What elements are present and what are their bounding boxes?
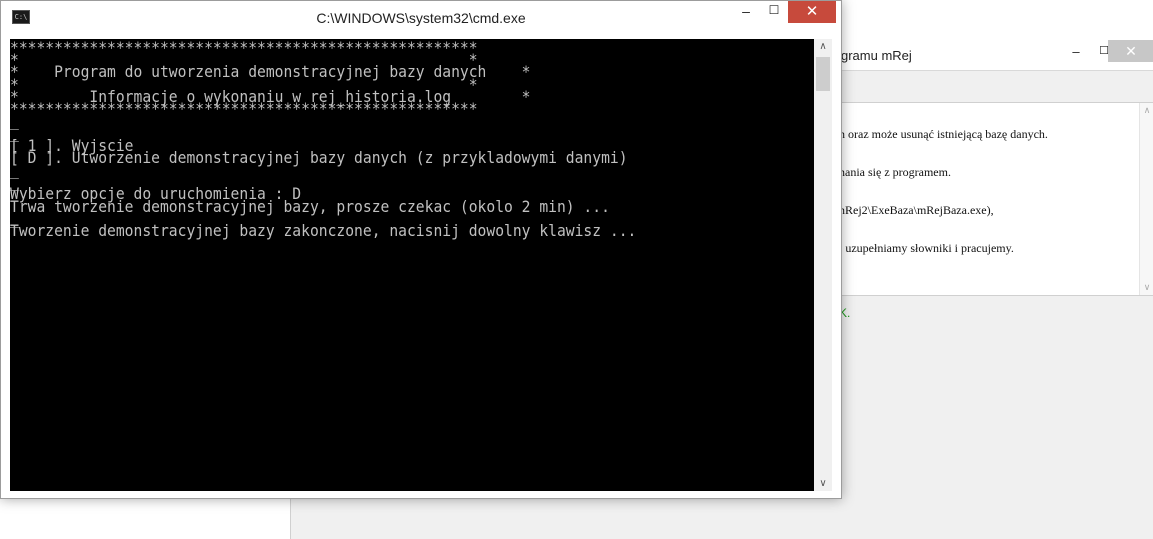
cmd-title: C:\WINDOWS\system32\cmd.exe bbox=[316, 10, 526, 26]
console-output[interactable]: ****************************************… bbox=[10, 39, 814, 491]
installer-title: gramu mRej bbox=[841, 48, 912, 63]
scroll-up-arrow-icon[interactable]: ∧ bbox=[1140, 105, 1153, 116]
console-line: ****************************************… bbox=[10, 99, 478, 119]
console-line: Tworzenie demonstracyjnej bazy zakonczon… bbox=[10, 221, 637, 241]
info-scrollbar[interactable]: ∧ ∨ bbox=[1139, 103, 1153, 295]
info-line: h oraz może usunąć istniejącą bazę danyc… bbox=[839, 127, 1048, 141]
console-line: Trwa tworzenie demonstracyjnej bazy, pro… bbox=[10, 196, 610, 216]
cmd-minimize-button[interactable]: – bbox=[734, 3, 758, 23]
console-scrollbar[interactable]: ∧ ∨ bbox=[814, 39, 832, 491]
scroll-up-arrow-icon[interactable]: ∧ bbox=[814, 41, 832, 52]
scroll-thumb[interactable] bbox=[816, 57, 830, 91]
cmd-titlebar[interactable]: C:\ C:\WINDOWS\system32\cmd.exe – ☐ ✕ bbox=[1, 1, 841, 39]
installer-info-textarea[interactable]: h oraz może usunąć istniejącą bazę danyc… bbox=[839, 102, 1153, 296]
cmd-maximize-button[interactable]: ☐ bbox=[762, 3, 786, 23]
info-line: j uzupełniamy słowniki i pracujemy. bbox=[839, 241, 1014, 255]
cmd-close-button[interactable]: ✕ bbox=[788, 1, 836, 23]
info-line: nania się z programem. bbox=[839, 165, 951, 179]
installer-minimize-button[interactable]: – bbox=[1066, 44, 1086, 62]
console-text: ****************************************… bbox=[10, 39, 734, 241]
scroll-down-arrow-icon[interactable]: ∨ bbox=[1140, 282, 1153, 293]
console-line: [ D ]. Utworzenie demonstracyjnej bazy d… bbox=[10, 147, 628, 167]
installer-close-button[interactable]: ✕ bbox=[1108, 40, 1153, 62]
scroll-down-arrow-icon[interactable]: ∨ bbox=[814, 478, 832, 489]
cmd-window: C:\ C:\WINDOWS\system32\cmd.exe – ☐ ✕ **… bbox=[0, 0, 842, 499]
info-line: nRej2\ExeBaza\mRejBaza.exe), bbox=[839, 203, 994, 217]
